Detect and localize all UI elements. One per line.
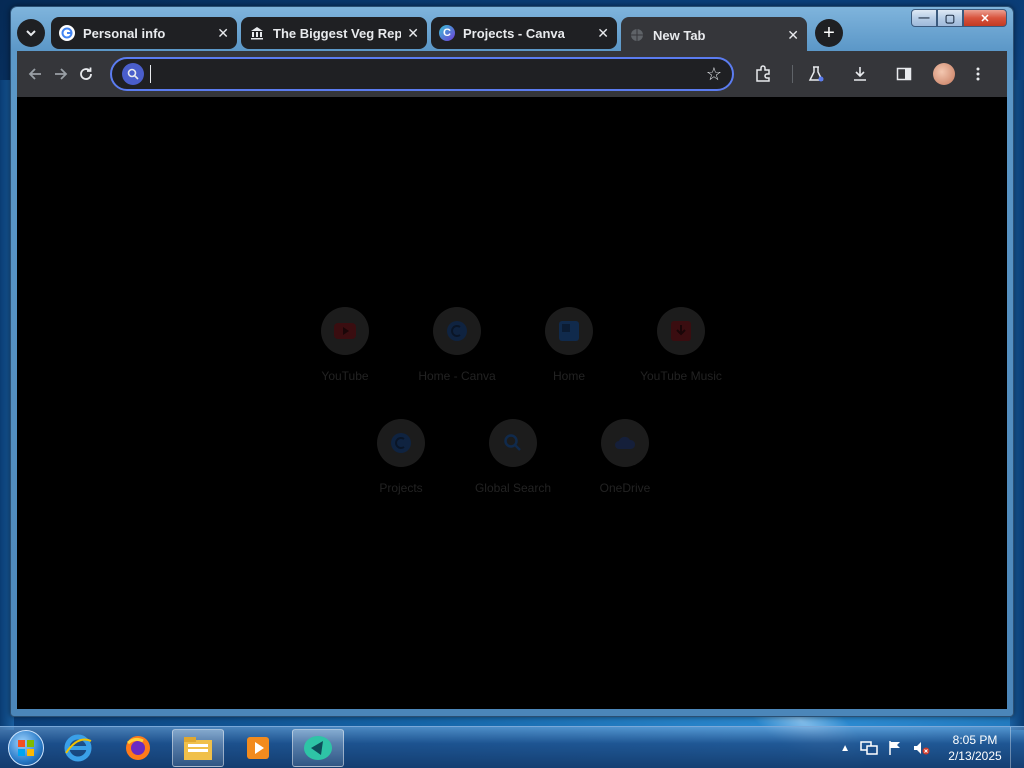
internet-explorer-icon [64, 734, 92, 761]
close-tab-icon[interactable]: ✕ [597, 25, 609, 42]
cloud-icon [601, 419, 649, 467]
google-icon [59, 25, 75, 41]
system-clock[interactable]: 8:05 PM 2/13/2025 [940, 732, 1010, 764]
tab-veg-replacement[interactable]: The Biggest Veg Replac ✕ [241, 17, 427, 49]
close-tab-icon[interactable]: ✕ [787, 27, 799, 44]
tab-projects-canva[interactable]: C Projects - Canva ✕ [431, 17, 617, 49]
more-vertical-icon [976, 67, 980, 81]
toolbar-separator [792, 65, 794, 83]
app-icon [304, 735, 332, 760]
flask-icon [808, 66, 824, 82]
side-panel-icon [896, 67, 912, 81]
internet-explorer-button[interactable] [52, 729, 104, 767]
tab-personal-info[interactable]: Personal info ✕ [51, 17, 237, 49]
firefox-button[interactable] [112, 729, 164, 767]
shortcut-home-canva[interactable]: Home - Canva [401, 307, 513, 383]
media-player-button[interactable] [232, 729, 284, 767]
start-button[interactable] [8, 729, 44, 766]
profile-avatar[interactable] [933, 63, 956, 85]
museum-icon [249, 25, 265, 41]
shortcut-global-search[interactable]: Global Search [457, 419, 569, 495]
tab-title: The Biggest Veg Replac [273, 25, 402, 41]
shortcut-label: YouTube [321, 369, 369, 383]
taskbar: ▲ 8:05 PM 2/13/2025 [0, 726, 1024, 768]
chevron-down-icon [26, 30, 36, 37]
volume-muted-icon[interactable] [912, 740, 930, 756]
shortcut-label: YouTube Music [640, 369, 722, 383]
canva-icon [433, 307, 481, 355]
browser-window: — ▢ ✕ Personal info ✕ The Biggest Veg Re… [10, 6, 1014, 717]
tab-search-button[interactable] [17, 19, 45, 47]
address-bar[interactable]: ☆ [110, 57, 735, 91]
search-icon [122, 63, 145, 85]
plus-icon: + [823, 21, 835, 44]
reload-icon [80, 67, 93, 80]
arrow-left-icon [28, 68, 41, 80]
menu-button[interactable] [963, 59, 993, 89]
show-desktop-button[interactable] [1010, 727, 1024, 768]
globe-icon [629, 27, 645, 43]
canva-icon: C [439, 25, 455, 41]
tab-title: Personal info [83, 25, 166, 41]
shortcut-label: Home - Canva [418, 369, 496, 383]
shortcut-grid: YouTube Home - Canva Home YouTube Music … [17, 97, 1007, 709]
browser-toolbar: ☆ [17, 51, 1007, 97]
address-input[interactable] [150, 65, 706, 83]
shortcut-onedrive[interactable]: OneDrive [569, 419, 681, 495]
side-panel-button[interactable] [889, 59, 919, 89]
file-explorer-button[interactable] [172, 728, 224, 767]
tab-title: New Tab [653, 27, 706, 43]
back-button[interactable] [25, 59, 45, 89]
firefox-icon [126, 735, 150, 760]
tab-strip: Personal info ✕ The Biggest Veg Replac ✕… [17, 15, 1013, 53]
canva-icon [377, 419, 425, 467]
youtube-icon [321, 307, 369, 355]
app-button[interactable] [292, 728, 344, 767]
shortcut-projects[interactable]: Projects [345, 419, 457, 495]
shortcut-label: Home [552, 369, 585, 383]
puzzle-icon [756, 65, 770, 82]
clock-date: 2/13/2025 [948, 749, 1002, 763]
network-icon[interactable] [860, 740, 878, 756]
new-tab-button[interactable]: + [815, 19, 843, 47]
search-icon [489, 419, 537, 467]
toolbar-actions [748, 59, 999, 89]
forward-button[interactable] [51, 59, 71, 89]
downloads-button[interactable] [845, 59, 875, 89]
bookmark-star-icon[interactable]: ☆ [706, 64, 722, 85]
shortcut-label: OneDrive [599, 481, 651, 495]
system-tray: ▲ 8:05 PM 2/13/2025 [840, 727, 1024, 768]
extensions-button[interactable] [748, 59, 778, 89]
close-tab-icon[interactable]: ✕ [407, 25, 419, 42]
home-app-icon [545, 307, 593, 355]
download-icon [854, 67, 867, 81]
reload-button[interactable] [76, 59, 96, 89]
file-explorer-icon [184, 736, 212, 760]
windows-logo-icon [18, 739, 34, 756]
shortcut-label: Projects [379, 481, 423, 495]
tab-new-tab[interactable]: New Tab ✕ [621, 17, 807, 53]
media-player-icon [247, 736, 269, 759]
shortcut-youtube[interactable]: YouTube [289, 307, 401, 383]
shortcut-youtube-music[interactable]: YouTube Music [625, 307, 737, 383]
close-tab-icon[interactable]: ✕ [217, 25, 229, 42]
shortcut-home[interactable]: Home [513, 307, 625, 383]
shortcut-label: Global Search [474, 481, 552, 495]
show-hidden-icons-icon[interactable]: ▲ [840, 743, 850, 754]
clock-time: 8:05 PM [952, 733, 998, 747]
arrow-right-icon [54, 68, 67, 80]
download-icon [657, 307, 705, 355]
tab-title: Projects - Canva [463, 25, 565, 41]
labs-button[interactable] [801, 59, 831, 89]
action-center-flag-icon[interactable] [888, 740, 902, 756]
new-tab-page: YouTube Home - Canva Home YouTube Music … [17, 97, 1007, 709]
